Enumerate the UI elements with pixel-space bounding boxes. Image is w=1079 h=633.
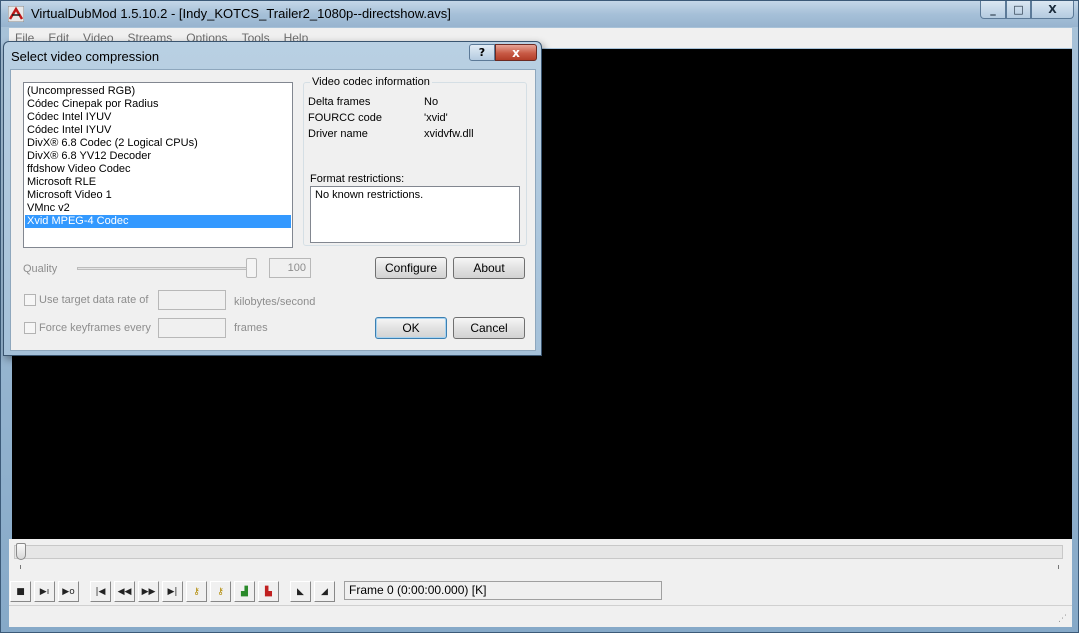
codec-list-item[interactable]: Códec Intel IYUV	[25, 124, 291, 137]
codec-list-item[interactable]: VMnc v2	[25, 202, 291, 215]
close-icon: X	[1048, 3, 1057, 16]
frame-position-display: Frame 0 (0:00:00.000) [K]	[344, 581, 662, 600]
window-title: VirtualDubMod 1.5.10.2 - [Indy_KOTCS_Tra…	[31, 6, 451, 21]
step-forward-icon: ▶▶	[141, 586, 156, 597]
mark-in-icon: ◣	[297, 586, 304, 597]
target-rate-unit: kilobytes/second	[234, 296, 316, 308]
codec-list-item[interactable]: Microsoft RLE	[25, 176, 291, 189]
codec-info-legend: Video codec information	[310, 76, 432, 88]
maximize-button[interactable]: □	[1006, 1, 1031, 19]
prev-keyframe-button[interactable]: ⚷	[186, 581, 207, 602]
position-slider-track[interactable]	[14, 545, 1063, 559]
driver-name-value: xvidvfw.dll	[424, 128, 474, 140]
ok-button[interactable]: OK	[375, 317, 447, 339]
minimize-icon: _	[990, 3, 996, 16]
dialog-title: Select video compression	[11, 49, 160, 64]
play-input-button[interactable]: ▶ı	[34, 581, 55, 602]
dialog-help-button[interactable]: ?	[469, 44, 495, 61]
scene-forward-icon: ▙	[265, 586, 272, 597]
keyframes-field	[158, 318, 226, 338]
dialog-close-button[interactable]: x	[495, 44, 537, 61]
codec-list-item[interactable]: Códec Intel IYUV	[25, 111, 291, 124]
configure-button[interactable]: Configure	[375, 257, 447, 279]
minimize-button[interactable]: _	[980, 1, 1006, 19]
codec-info-group: Video codec information Delta frames No …	[303, 76, 527, 246]
fourcc-value: 'xvid'	[424, 112, 448, 124]
target-rate-label: Use target data rate of	[39, 294, 149, 306]
quality-label: Quality	[23, 263, 58, 275]
delta-frames-value: No	[424, 96, 439, 108]
go-end-icon: ▶|	[167, 586, 178, 597]
mark-out-icon: ◢	[321, 586, 328, 597]
codec-list-item[interactable]: Xvid MPEG-4 Codec	[25, 215, 291, 228]
quality-value-field: 100	[269, 258, 311, 278]
quality-slider-thumb	[246, 258, 257, 278]
mark-out-button[interactable]: ◢	[314, 581, 335, 602]
format-restrictions-box: No known restrictions.	[310, 186, 520, 243]
codec-list-item[interactable]: DivX® 6.8 Codec (2 Logical CPUs)	[25, 137, 291, 150]
force-keyframes-checkbox	[24, 322, 36, 334]
codec-list[interactable]: (Uncompressed RGB) Códec Cinepak por Rad…	[23, 82, 293, 248]
close-button[interactable]: X	[1031, 1, 1074, 19]
cancel-button[interactable]: Cancel	[453, 317, 525, 339]
next-keyframe-button[interactable]: ⚷	[210, 581, 231, 602]
play-output-icon: ▶o	[62, 586, 75, 597]
help-icon: ?	[478, 46, 486, 59]
delta-frames-label: Delta frames	[308, 96, 371, 108]
codec-list-item[interactable]: DivX® 6.8 YV12 Decoder	[25, 150, 291, 163]
codec-list-item[interactable]: Microsoft Video 1	[25, 189, 291, 202]
quality-slider-track	[77, 267, 253, 270]
timeline-tick	[20, 565, 21, 569]
key-back-icon: ⚷	[193, 586, 200, 597]
select-video-compression-dialog: Select video compression ? x (Uncompress…	[3, 41, 542, 356]
status-bar: ⋰	[9, 605, 1072, 627]
scene-back-button[interactable]: ▟	[234, 581, 255, 602]
position-slider-thumb[interactable]	[16, 543, 26, 560]
play-output-button[interactable]: ▶o	[58, 581, 79, 602]
mark-in-button[interactable]: ◣	[290, 581, 311, 602]
step-back-icon: ◀◀	[117, 586, 132, 597]
main-titlebar[interactable]: VirtualDubMod 1.5.10.2 - [Indy_KOTCS_Tra…	[1, 1, 1078, 27]
scene-forward-button[interactable]: ▙	[258, 581, 279, 602]
step-forward-button[interactable]: ▶▶	[138, 581, 159, 602]
key-forward-icon: ⚷	[217, 586, 224, 597]
target-rate-checkbox	[24, 294, 36, 306]
about-button[interactable]: About	[453, 257, 525, 279]
keyframes-unit: frames	[234, 322, 268, 334]
go-start-button[interactable]: |◀	[90, 581, 111, 602]
format-restrictions-label: Format restrictions:	[310, 173, 405, 185]
codec-list-item[interactable]: Códec Cinepak por Radius	[25, 98, 291, 111]
scene-back-icon: ▟	[241, 586, 248, 597]
virtualdub-app-icon	[8, 6, 24, 22]
resize-grip-icon[interactable]: ⋰	[1058, 614, 1068, 624]
stop-button[interactable]: ■	[10, 581, 31, 602]
codec-list-item[interactable]: ffdshow Video Codec	[25, 163, 291, 176]
maximize-icon: □	[1013, 3, 1024, 16]
step-back-button[interactable]: ◀◀	[114, 581, 135, 602]
play-input-icon: ▶ı	[39, 586, 50, 597]
stop-icon: ■	[16, 586, 25, 597]
timeline-tick	[1058, 565, 1059, 569]
fourcc-label: FOURCC code	[308, 112, 382, 124]
dialog-body: (Uncompressed RGB) Códec Cinepak por Rad…	[10, 69, 536, 351]
close-icon: x	[512, 45, 520, 60]
target-rate-field	[158, 290, 226, 310]
force-keyframes-label: Force keyframes every	[39, 322, 151, 334]
go-end-button[interactable]: ▶|	[162, 581, 183, 602]
go-start-icon: |◀	[95, 586, 106, 597]
codec-list-item[interactable]: (Uncompressed RGB)	[25, 85, 291, 98]
driver-name-label: Driver name	[308, 128, 368, 140]
